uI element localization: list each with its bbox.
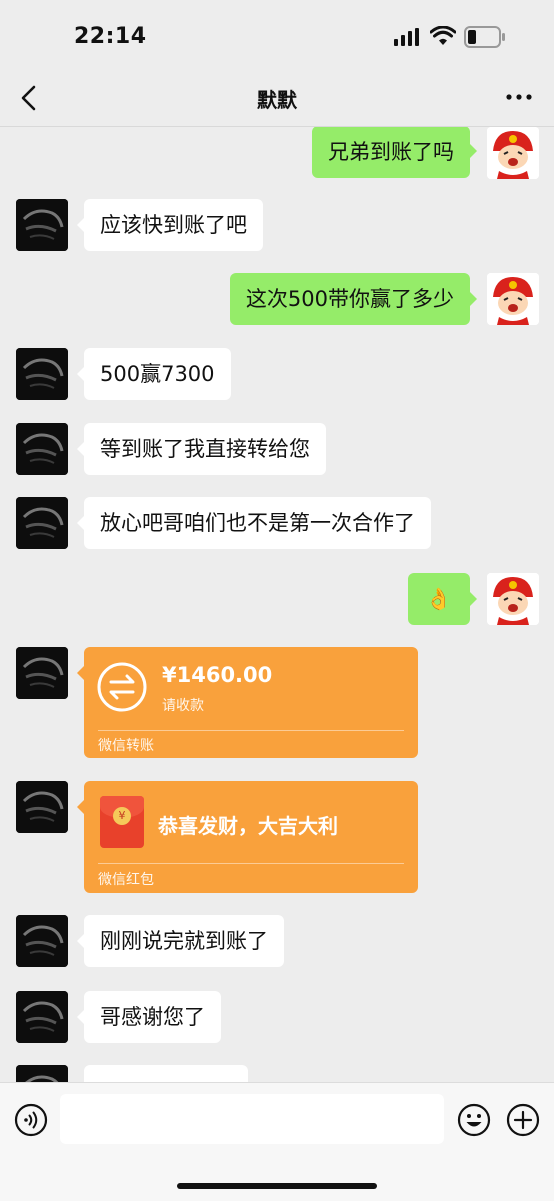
dark-portrait-avatar-icon: [16, 647, 68, 699]
dark-portrait-avatar-icon: [16, 915, 68, 967]
battery-icon: [464, 26, 505, 48]
contact-avatar[interactable]: [16, 991, 68, 1043]
contact-avatar[interactable]: [16, 781, 68, 833]
voice-icon[interactable]: [14, 1103, 48, 1137]
contact-avatar[interactable]: [16, 1065, 68, 1082]
contact-avatar[interactable]: [16, 915, 68, 967]
more-dots-icon[interactable]: [502, 84, 536, 110]
message-text: 刚刚说完就到账了: [100, 929, 268, 953]
emoji-icon[interactable]: [457, 1103, 491, 1137]
transfer-amount: ¥1460.00: [162, 663, 273, 687]
red-packet-card[interactable]: ¥ 恭喜发财，大吉大利 微信红包: [84, 781, 418, 893]
message-bubble[interactable]: 👌: [408, 573, 470, 625]
message-text: 兄弟到账了吗: [328, 140, 454, 164]
cartoon-kid-avatar-icon: [487, 273, 539, 325]
my-avatar[interactable]: [487, 273, 539, 325]
contact-avatar[interactable]: [16, 647, 68, 699]
message-bubble[interactable]: 放心吧哥咱们也不是第一次合作了: [84, 497, 431, 549]
dark-portrait-avatar-icon: [16, 423, 68, 475]
chat-header: 默默: [0, 70, 554, 127]
message-bubble[interactable]: 500赢7300: [84, 348, 231, 400]
message-text: 应该快到账了吧: [100, 213, 247, 237]
dark-portrait-avatar-icon: [16, 497, 68, 549]
dark-portrait-avatar-icon: [16, 199, 68, 251]
my-avatar[interactable]: [487, 573, 539, 625]
home-indicator: [177, 1183, 377, 1189]
dark-portrait-avatar-icon: [16, 1065, 68, 1082]
message-text: 放心吧哥咱们也不是第一次合作了: [100, 511, 415, 535]
transfer-card[interactable]: ¥1460.00 请收款 微信转账: [84, 647, 418, 758]
transfer-arrows-icon: [97, 662, 147, 712]
status-bar: 22:14: [0, 0, 554, 70]
message-list[interactable]: 兄弟到账了吗 应该快到账了吧 这次500带你赢了多少 500赢7300 等到账了…: [0, 127, 554, 1082]
message-bubble[interactable]: 刚刚说完就到账了: [84, 915, 284, 967]
transfer-footer: 微信转账: [98, 738, 154, 754]
message-text: 500赢7300: [100, 362, 215, 386]
contact-avatar[interactable]: [16, 423, 68, 475]
cartoon-kid-avatar-icon: [487, 127, 539, 179]
message-text: 这次500带你赢了多少: [245, 287, 454, 311]
wifi-icon: [430, 26, 456, 45]
dark-portrait-avatar-icon: [16, 348, 68, 400]
message-input[interactable]: [60, 1094, 444, 1144]
red-packet-footer: 微信红包: [98, 872, 154, 888]
contact-avatar[interactable]: [16, 497, 68, 549]
cartoon-kid-avatar-icon: [487, 573, 539, 625]
my-avatar[interactable]: [487, 127, 539, 179]
message-text: 👌: [425, 587, 453, 611]
message-bubble[interactable]: [84, 1065, 248, 1082]
plus-icon[interactable]: [506, 1103, 540, 1137]
status-time: 22:14: [74, 24, 147, 49]
message-bubble[interactable]: 应该快到账了吧: [84, 199, 263, 251]
message-bubble[interactable]: 这次500带你赢了多少: [229, 273, 470, 325]
contact-avatar[interactable]: [16, 199, 68, 251]
red-packet-yuan: ¥: [113, 807, 131, 825]
red-packet-envelope-icon: ¥: [100, 796, 144, 848]
message-text: 哥感谢您了: [100, 1005, 205, 1029]
contact-avatar[interactable]: [16, 348, 68, 400]
signal-icon: [394, 28, 419, 46]
dark-portrait-avatar-icon: [16, 781, 68, 833]
message-bubble[interactable]: 兄弟到账了吗: [312, 127, 470, 178]
dark-portrait-avatar-icon: [16, 991, 68, 1043]
message-text: 等到账了我直接转给您: [100, 437, 310, 461]
transfer-subtitle: 请收款: [162, 698, 204, 714]
message-bubble[interactable]: 哥感谢您了: [84, 991, 221, 1043]
chat-title: 默默: [257, 88, 297, 112]
message-bubble[interactable]: 等到账了我直接转给您: [84, 423, 326, 475]
red-packet-greeting: 恭喜发财，大吉大利: [158, 814, 338, 838]
